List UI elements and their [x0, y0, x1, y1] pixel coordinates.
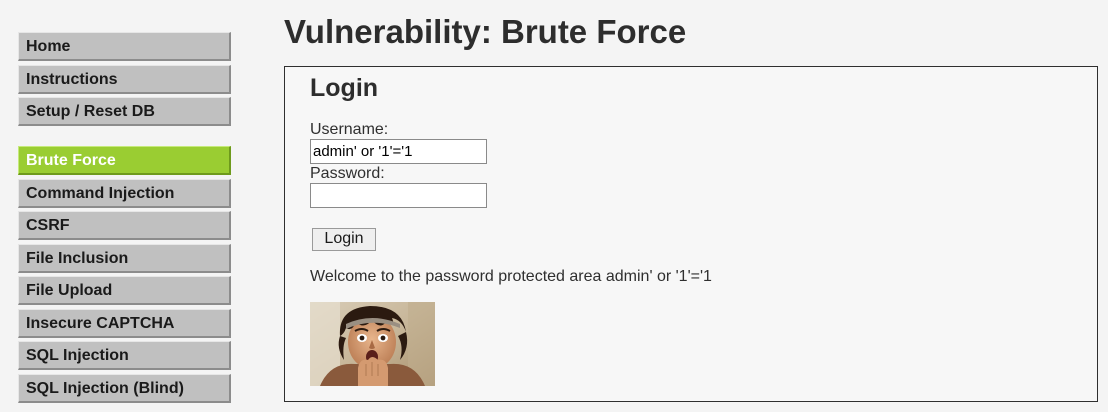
- menu-item-sql-injection-blind[interactable]: SQL Injection (Blind): [18, 373, 231, 403]
- username-input[interactable]: [310, 139, 487, 164]
- login-panel: Login Username: Password: Login Welcome …: [284, 66, 1098, 402]
- login-heading: Login: [310, 74, 379, 102]
- user-avatar-photo: [310, 302, 435, 386]
- avatar-photo-graphic: [310, 302, 435, 386]
- menu-block-vulnerabilities: Brute Force Command Injection CSRF File …: [18, 146, 231, 403]
- menu-item-command-injection[interactable]: Command Injection: [18, 178, 231, 208]
- menu-item-csrf[interactable]: CSRF: [18, 211, 231, 240]
- menu-block-general: Home Instructions Setup / Reset DB: [18, 32, 231, 126]
- menu-item-instructions[interactable]: Instructions: [18, 64, 231, 94]
- login-button[interactable]: Login: [312, 228, 376, 251]
- menu-item-sql-injection[interactable]: SQL Injection: [18, 341, 231, 370]
- side-menu: Home Instructions Setup / Reset DB Brute…: [18, 32, 231, 406]
- menu-item-home[interactable]: Home: [18, 32, 231, 61]
- page-title: Vulnerability: Brute Force: [284, 13, 687, 50]
- password-input[interactable]: [310, 183, 487, 208]
- menu-item-file-inclusion[interactable]: File Inclusion: [18, 243, 231, 273]
- menu-item-insecure-captcha[interactable]: Insecure CAPTCHA: [18, 308, 231, 338]
- password-label: Password:: [310, 165, 385, 182]
- welcome-message: Welcome to the password protected area a…: [310, 268, 712, 285]
- menu-item-brute-force[interactable]: Brute Force: [18, 146, 231, 175]
- menu-item-setup-reset-db[interactable]: Setup / Reset DB: [18, 97, 231, 126]
- dvwa-page: Home Instructions Setup / Reset DB Brute…: [0, 0, 1108, 412]
- username-label: Username:: [310, 121, 389, 138]
- menu-item-file-upload[interactable]: File Upload: [18, 276, 231, 305]
